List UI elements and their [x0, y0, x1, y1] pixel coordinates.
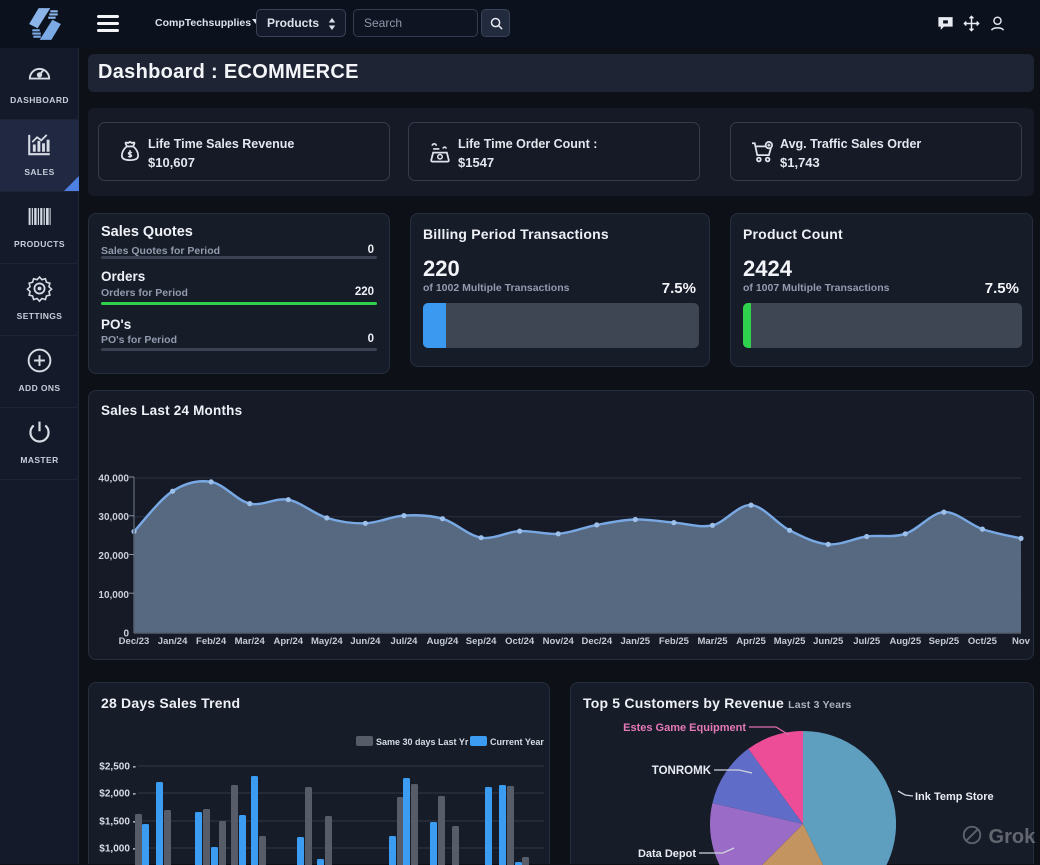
svg-text:Oct/25: Oct/25 — [968, 636, 998, 647]
svg-text:Nov/24: Nov/24 — [543, 636, 575, 647]
svg-text:$1,000 -: $1,000 - — [99, 844, 136, 855]
svg-text:Feb/24: Feb/24 — [196, 636, 227, 647]
svg-text:Jun/24: Jun/24 — [350, 636, 381, 647]
svg-text:Jun/25: Jun/25 — [813, 636, 844, 647]
svg-text:40,000: 40,000 — [98, 474, 129, 485]
svg-text:Feb/25: Feb/25 — [659, 636, 690, 647]
svg-text:Jan/25: Jan/25 — [621, 636, 651, 647]
svg-text:May/24: May/24 — [311, 636, 343, 647]
svg-text:Data Depot: Data Depot — [638, 848, 696, 860]
svg-text:$1,500 -: $1,500 - — [99, 817, 136, 828]
svg-text:Mar/25: Mar/25 — [697, 636, 728, 647]
svg-text:Aug/25: Aug/25 — [889, 636, 921, 647]
svg-text:Apr/25: Apr/25 — [736, 636, 766, 647]
svg-text:May/25: May/25 — [774, 636, 806, 647]
svg-text:Oct/24: Oct/24 — [505, 636, 535, 647]
svg-text:Sep/25: Sep/25 — [929, 636, 960, 647]
svg-text:20,000: 20,000 — [98, 551, 129, 562]
svg-text:Dec/23: Dec/23 — [119, 636, 150, 647]
svg-text:Ink Temp Store: Ink Temp Store — [915, 791, 994, 803]
svg-text:Nov: Nov — [1012, 636, 1031, 647]
svg-text:Dec/24: Dec/24 — [581, 636, 612, 647]
svg-text:$2,000 -: $2,000 - — [99, 789, 136, 800]
svg-text:Aug/24: Aug/24 — [427, 636, 459, 647]
svg-text:TONROMK: TONROMK — [652, 765, 712, 777]
svg-text:Jul/25: Jul/25 — [853, 636, 881, 647]
svg-text:Estes Game Equipment: Estes Game Equipment — [623, 722, 746, 734]
svg-text:$2,500 -: $2,500 - — [99, 762, 136, 773]
svg-text:Sep/24: Sep/24 — [466, 636, 497, 647]
svg-text:Apr/24: Apr/24 — [274, 636, 304, 647]
svg-text:Jul/24: Jul/24 — [391, 636, 419, 647]
svg-text:Jan/24: Jan/24 — [158, 636, 188, 647]
svg-text:30,000: 30,000 — [98, 512, 129, 523]
svg-text:10,000: 10,000 — [98, 590, 129, 601]
svg-text:Mar/24: Mar/24 — [235, 636, 266, 647]
